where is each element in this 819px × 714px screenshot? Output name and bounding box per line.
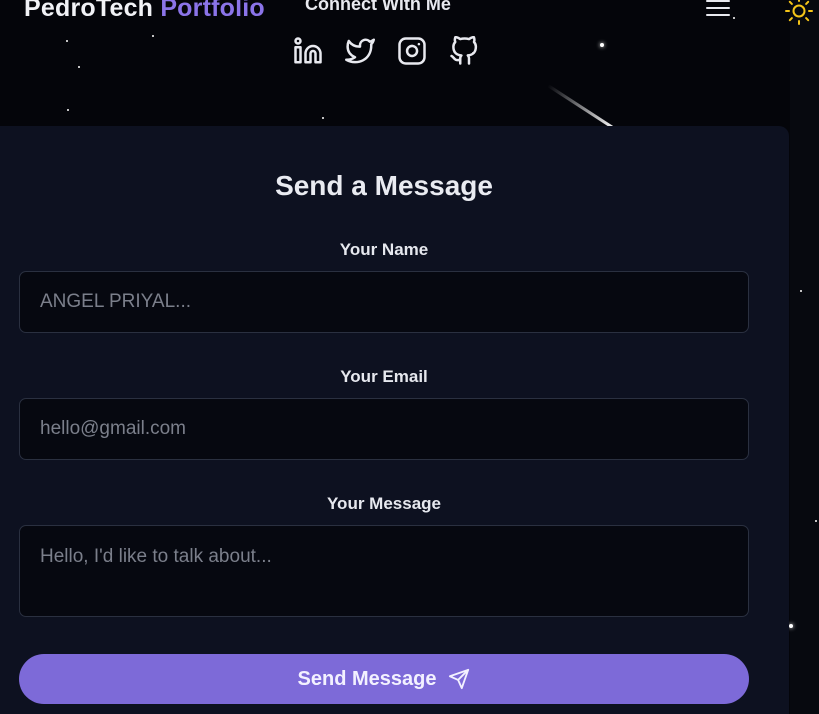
- social-links: [292, 35, 480, 67]
- logo-accent: Portfolio: [160, 0, 265, 22]
- name-input[interactable]: [19, 271, 749, 333]
- side-strip: [790, 0, 819, 714]
- email-input[interactable]: [19, 398, 749, 460]
- linkedin-icon: [294, 37, 322, 64]
- github-icon: [450, 36, 478, 65]
- twitter-link[interactable]: [344, 35, 376, 67]
- linkedin-link[interactable]: [292, 35, 324, 67]
- sun-icon: [785, 0, 813, 25]
- star: [600, 43, 604, 47]
- star: [67, 109, 69, 111]
- instagram-icon: [398, 37, 426, 65]
- twitter-icon: [345, 38, 375, 64]
- name-label: Your Name: [339, 240, 429, 259]
- send-icon: [449, 668, 470, 690]
- star: [733, 17, 735, 19]
- menu-button[interactable]: [705, 0, 731, 19]
- github-link[interactable]: [448, 35, 480, 67]
- star: [322, 117, 324, 119]
- contact-form: Send a Message Your Name Your Email Your…: [0, 126, 789, 714]
- star: [78, 66, 80, 68]
- logo-name: PedroTech: [24, 0, 154, 22]
- star: [66, 40, 68, 42]
- form-title: Send a Message: [275, 170, 493, 201]
- hamburger-menu-icon: [706, 0, 730, 16]
- theme-toggle-button[interactable]: [784, 0, 814, 26]
- star: [789, 624, 793, 628]
- email-label: Your Email: [340, 367, 428, 386]
- instagram-link[interactable]: [396, 35, 428, 67]
- star: [815, 520, 817, 522]
- send-message-button[interactable]: Send Message: [19, 654, 749, 704]
- send-button-label: Send Message: [297, 667, 437, 690]
- site-logo[interactable]: PedroTech Portfolio: [24, 0, 265, 23]
- connect-title: Connect With Me: [305, 0, 451, 14]
- message-textarea[interactable]: [19, 525, 749, 617]
- star: [152, 35, 154, 37]
- message-label: Your Message: [326, 494, 441, 513]
- star: [800, 290, 802, 292]
